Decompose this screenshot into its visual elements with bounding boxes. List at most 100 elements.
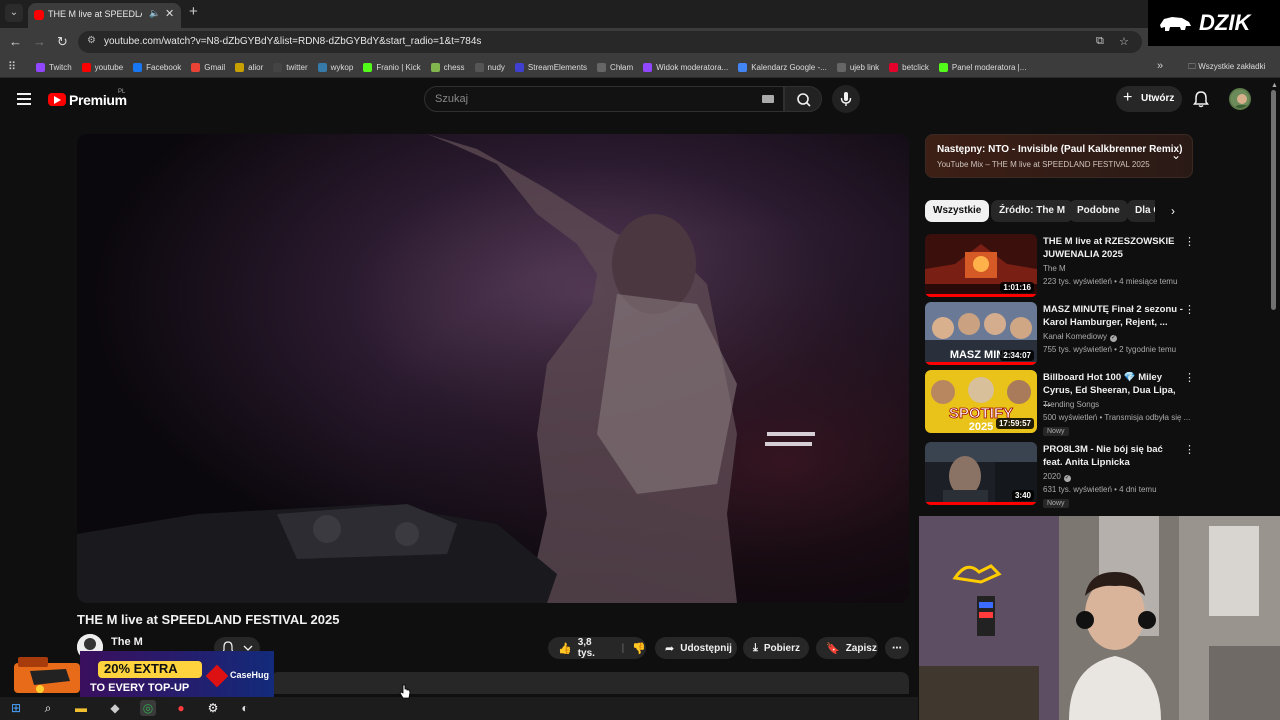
betclic-icon: [889, 62, 899, 72]
rec-channel[interactable]: Trending Songs: [1043, 400, 1099, 409]
bookmark-item[interactable]: twitter: [273, 62, 308, 72]
description-box[interactable]: [270, 672, 909, 694]
bookmark-item[interactable]: Gmail: [191, 62, 226, 72]
chip-similar[interactable]: Podobne: [1069, 200, 1128, 222]
bookmark-item[interactable]: Facebook: [133, 62, 181, 72]
scroll-up-arrow-icon[interactable]: ▲: [1271, 82, 1278, 89]
dislike-icon[interactable]: 👎: [632, 642, 646, 655]
chip-for-you[interactable]: Dla C: [1127, 200, 1155, 222]
kick-icon: [938, 62, 948, 72]
bookmark-item[interactable]: wykop: [317, 62, 353, 72]
more-bookmarks-chevron-icon[interactable]: »: [1157, 60, 1163, 72]
bookmark-item[interactable]: nudy: [474, 62, 505, 72]
like-icon[interactable]: 👍: [558, 642, 572, 655]
bookmark-item[interactable]: Panel moderatora |...: [938, 62, 1026, 72]
rec-channel[interactable]: 2020 ✓: [1043, 472, 1071, 482]
bookmark-item[interactable]: betclick: [889, 62, 929, 72]
bookmark-item[interactable]: ujeb link: [836, 62, 879, 72]
rec-title[interactable]: THE M live at RZESZOWSKIE JUWENALIA 2025: [1043, 235, 1183, 261]
search-input[interactable]: Szukaj: [424, 86, 784, 112]
more-vertical-icon[interactable]: ⋮: [1184, 443, 1195, 456]
reload-icon[interactable]: ↻: [57, 34, 68, 50]
list-item[interactable]: 1:01:16 THE M live at RZESZOWSKIE JUWENA…: [925, 234, 1195, 298]
video-duration: 17:59:57: [995, 418, 1034, 429]
bookmark-item[interactable]: youtube: [81, 62, 123, 72]
search-icon[interactable]: ⌕: [40, 700, 56, 716]
video-thumbnail[interactable]: 3:40: [925, 442, 1037, 505]
share-button[interactable]: ➦ Udostępnij: [655, 637, 737, 659]
notifications-bell-icon[interactable]: [1193, 90, 1209, 108]
sponsor-ad-overlay[interactable]: 20% EXTRA TO EVERY TOP-UP CaseHug: [10, 651, 274, 701]
list-item[interactable]: MASZ MINU 2:34:07 MASZ MINUTĘ Finał 2 se…: [925, 302, 1195, 366]
video-player[interactable]: [77, 134, 909, 603]
rec-title[interactable]: MASZ MINUTĘ Finał 2 sezonu - Karol Hambu…: [1043, 303, 1183, 329]
speaker-icon[interactable]: 🔈: [149, 8, 160, 19]
like-count[interactable]: 3,8 tys.: [578, 637, 610, 659]
bookmark-star-icon[interactable]: ☆: [1119, 35, 1129, 48]
chevron-down-icon[interactable]: ⌄: [1171, 148, 1181, 162]
windows-start-icon[interactable]: ⊞: [8, 700, 24, 716]
back-arrow-icon[interactable]: ←: [9, 34, 22, 50]
bookmark-item[interactable]: alior: [235, 62, 264, 72]
chip-source[interactable]: Źródło: The M: [991, 200, 1074, 222]
chrome-icon[interactable]: ◎: [140, 700, 156, 716]
wykop-icon: [317, 62, 327, 72]
bookmark-label: Gmail: [204, 62, 226, 72]
bookmark-item[interactable]: Twitch: [36, 62, 72, 72]
boar-icon: [1160, 17, 1191, 31]
ad-subline: TO EVERY TOP-UP: [90, 682, 190, 694]
apps-grid-icon[interactable]: ⠿: [8, 60, 16, 73]
browser-tab-active[interactable]: THE M live at SPEEDLAND F 🔈 ✕: [28, 3, 181, 28]
settings-gear-icon[interactable]: ⚙: [205, 700, 221, 716]
create-button[interactable]: + Utwórz: [1116, 86, 1182, 112]
more-actions-button[interactable]: ⋯: [885, 637, 909, 659]
list-item[interactable]: SPOTIFY 2025 17:59:57 Billboard Hot 100 …: [925, 370, 1195, 436]
list-item[interactable]: 3:40 PRO8L3M - Nie bój się bać feat. Ani…: [925, 442, 1195, 508]
search-button[interactable]: [784, 86, 822, 112]
rec-channel[interactable]: Kanał Komediowy ✓: [1043, 332, 1118, 342]
app-icon[interactable]: ◆: [107, 700, 123, 716]
os-taskbar: ⊞ ⌕ ▬ ◆ ◎ ● ⚙ ◐: [0, 697, 918, 720]
file-explorer-icon[interactable]: ▬: [73, 700, 89, 716]
rec-title[interactable]: PRO8L3M - Nie bój się bać feat. Anita Li…: [1043, 443, 1183, 469]
save-button[interactable]: 🔖 Zapisz: [816, 637, 878, 659]
download-button[interactable]: ⤓ Pobierz: [743, 637, 809, 659]
rec-channel[interactable]: The M: [1043, 264, 1066, 273]
url-text[interactable]: youtube.com/watch?v=N8-dZbGYBdY&list=RDN…: [104, 36, 481, 47]
forward-arrow-icon[interactable]: →: [33, 34, 46, 50]
bookmark-item[interactable]: Widok moderatora...: [643, 62, 728, 72]
share-label: Udostępnij: [680, 642, 732, 654]
tab-search-button[interactable]: ⌄: [5, 4, 23, 22]
chip-all[interactable]: Wszystkie: [925, 200, 990, 222]
video-thumbnail[interactable]: MASZ MINU 2:34:07: [925, 302, 1037, 365]
menu-icon[interactable]: [17, 93, 31, 105]
bookmark-item[interactable]: Chłam: [597, 62, 633, 72]
all-bookmarks-button[interactable]: 🗀 Wszystkie zakładki: [1188, 61, 1265, 75]
url-bar[interactable]: ⚙ youtube.com/watch?v=N8-dZbGYBdY&list=R…: [78, 31, 1142, 53]
app-icon[interactable]: ◐: [237, 700, 253, 716]
more-vertical-icon[interactable]: ⋮: [1184, 235, 1195, 248]
facebook-icon: [133, 62, 143, 72]
page-scrollbar-thumb[interactable]: [1271, 90, 1276, 310]
site-info-icon[interactable]: ⚙: [87, 35, 96, 46]
voice-search-button[interactable]: [832, 85, 860, 113]
video-thumbnail[interactable]: 1:01:16: [925, 234, 1037, 297]
streaming-app-icon[interactable]: ●: [173, 700, 189, 716]
bookmark-label: alior: [248, 62, 264, 72]
channel-name[interactable]: The M: [111, 636, 143, 648]
video-thumbnail[interactable]: SPOTIFY 2025 17:59:57: [925, 370, 1037, 433]
bookmark-item[interactable]: Kalendarz Google -...: [738, 62, 827, 72]
bookmark-item[interactable]: chess: [430, 62, 465, 72]
install-app-icon[interactable]: ⧉: [1096, 35, 1104, 48]
chevron-right-icon[interactable]: ›: [1171, 204, 1175, 218]
bookmark-item[interactable]: StreamElements: [514, 62, 587, 72]
search-icon: [797, 93, 811, 107]
up-next-card[interactable]: Następny: NTO - Invisible (Paul Kalkbren…: [925, 134, 1193, 178]
close-tab-icon[interactable]: ✕: [165, 7, 174, 20]
account-avatar[interactable]: [1229, 88, 1251, 110]
keyboard-icon[interactable]: [762, 95, 774, 103]
bookmark-item[interactable]: Franio | Kick: [363, 62, 421, 72]
more-vertical-icon[interactable]: ⋮: [1184, 371, 1195, 384]
more-vertical-icon[interactable]: ⋮: [1184, 303, 1195, 316]
new-tab-button[interactable]: +: [189, 3, 198, 20]
